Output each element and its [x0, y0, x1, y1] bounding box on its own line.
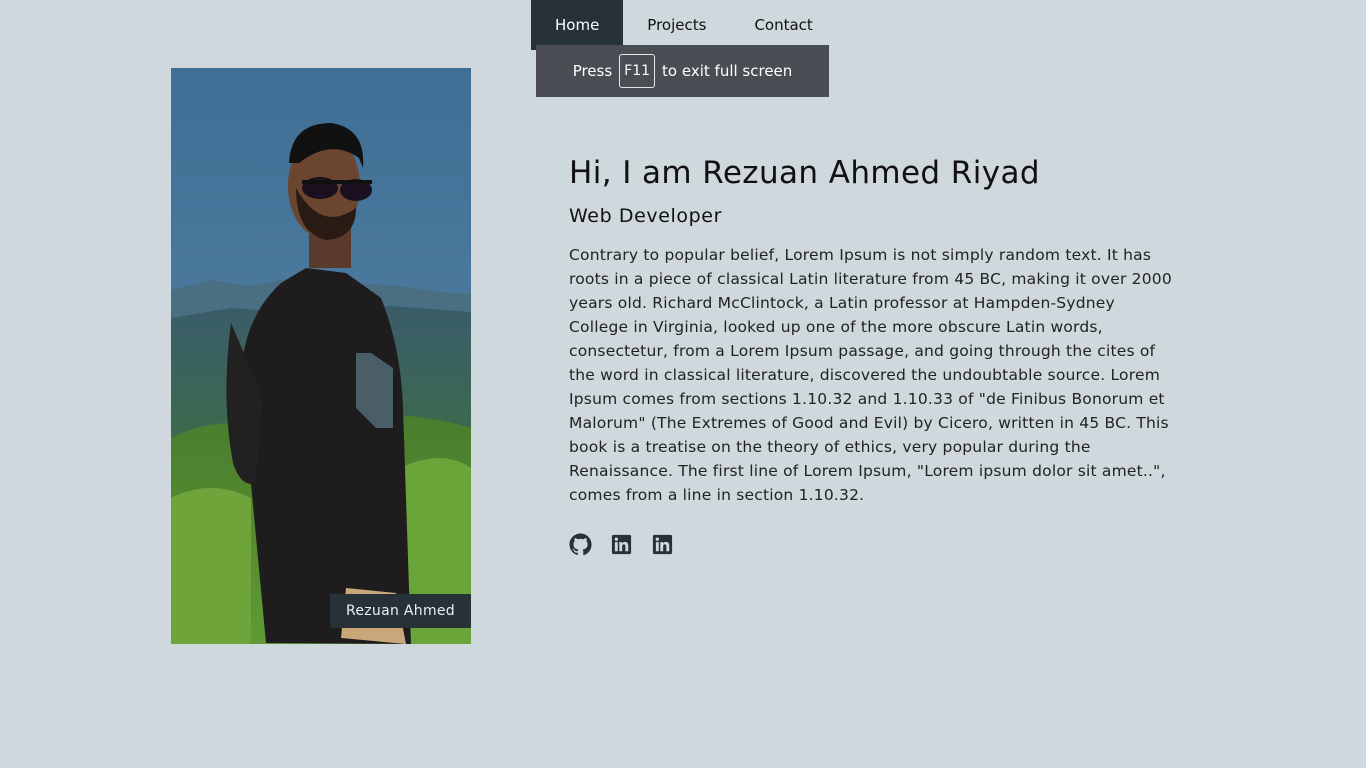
f11-key-badge: F11 — [619, 54, 656, 88]
social-links — [569, 533, 1179, 556]
top-nav: Home Projects Contact — [531, 0, 837, 50]
photo-caption: Rezuan Ahmed — [329, 594, 471, 628]
nav-contact[interactable]: Contact — [730, 0, 836, 50]
github-icon[interactable] — [569, 533, 592, 556]
profile-photo: Rezuan Ahmed — [171, 68, 471, 644]
nav-home[interactable]: Home — [531, 0, 624, 50]
bio-text: Contrary to popular belief, Lorem Ipsum … — [569, 246, 1172, 504]
fullscreen-notice: Press F11 to exit full screen — [536, 45, 829, 97]
fullscreen-notice-prefix: Press — [572, 62, 613, 80]
page-title: Hi, I am Rezuan Ahmed Riyad — [569, 155, 1040, 191]
linkedin-icon[interactable] — [610, 533, 633, 556]
linkedin-icon[interactable] — [651, 533, 674, 556]
hero-section: Hi, I am Rezuan Ahmed Riyad Web Develope… — [569, 155, 1179, 556]
fullscreen-notice-suffix: to exit full screen — [662, 62, 793, 80]
job-title: Web Developer — [569, 205, 722, 227]
nav-projects[interactable]: Projects — [623, 0, 730, 50]
profile-photo-image — [171, 68, 471, 644]
